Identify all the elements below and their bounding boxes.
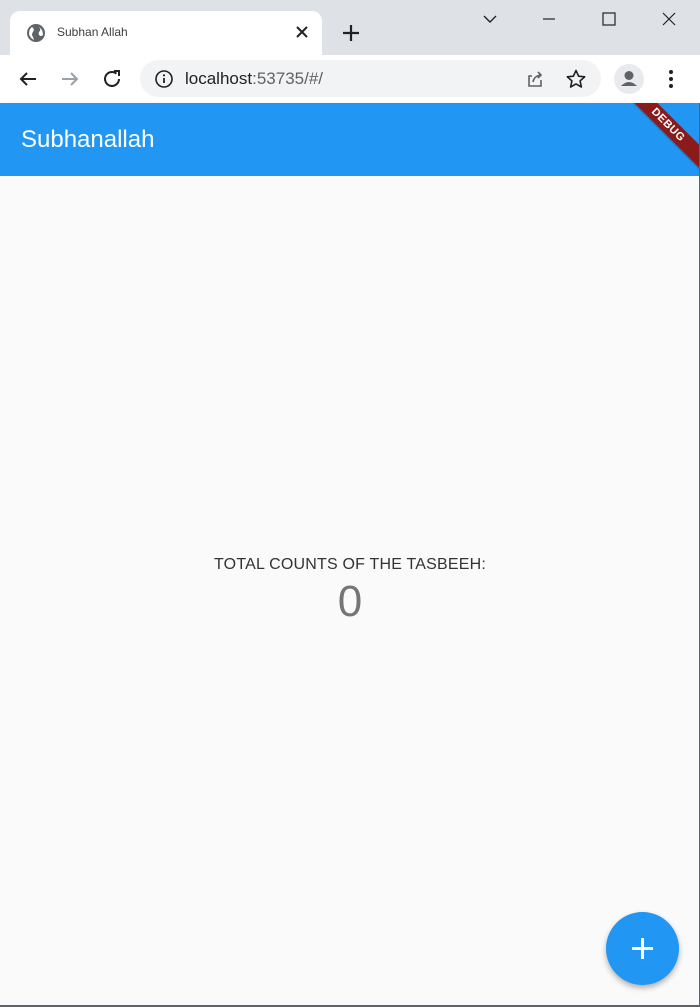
person-icon <box>621 71 637 86</box>
new-tab-icon[interactable] <box>339 21 363 45</box>
back-arrow-icon[interactable] <box>16 67 40 91</box>
url-host: localhost <box>185 69 253 88</box>
browser-toolbar: localhost:53735/#/ <box>0 55 700 103</box>
close-tab-icon[interactable] <box>292 22 312 42</box>
tab-title: Subhan Allah <box>57 25 128 39</box>
minimize-icon[interactable] <box>538 8 560 30</box>
count-label: TOTAL COUNTS OF THE TASBEEH: <box>213 556 486 573</box>
app-bar: Subhanallah DEBUG <box>0 103 700 176</box>
increment-button[interactable] <box>606 912 679 985</box>
url-path: :53735/#/ <box>252 69 324 88</box>
browser-tabstrip: Subhan Allah <box>0 0 700 55</box>
address-bar[interactable]: localhost:53735/#/ <box>140 60 601 97</box>
count-value: 0 <box>337 577 363 626</box>
globe-icon <box>27 24 45 42</box>
bookmark-star-icon[interactable] <box>565 68 587 90</box>
app-body: TOTAL COUNTS OF THE TASBEEH: 0 <box>0 176 700 1007</box>
close-window-icon[interactable] <box>658 8 680 30</box>
app-title: Subhanallah <box>21 126 155 153</box>
share-icon[interactable] <box>524 68 546 90</box>
info-icon[interactable] <box>154 69 174 89</box>
maximize-icon[interactable] <box>598 8 620 30</box>
more-menu-icon[interactable] <box>660 67 682 91</box>
profile-avatar[interactable] <box>614 64 644 94</box>
browser-tab[interactable]: Subhan Allah <box>10 11 322 55</box>
forward-arrow-icon[interactable] <box>58 67 82 91</box>
url-text[interactable]: localhost:53735/#/ <box>185 69 323 89</box>
reload-icon[interactable] <box>100 67 124 91</box>
debug-banner: DEBUG <box>612 103 700 176</box>
plus-icon <box>632 938 653 959</box>
tab-search-chevron-icon[interactable] <box>479 8 501 30</box>
